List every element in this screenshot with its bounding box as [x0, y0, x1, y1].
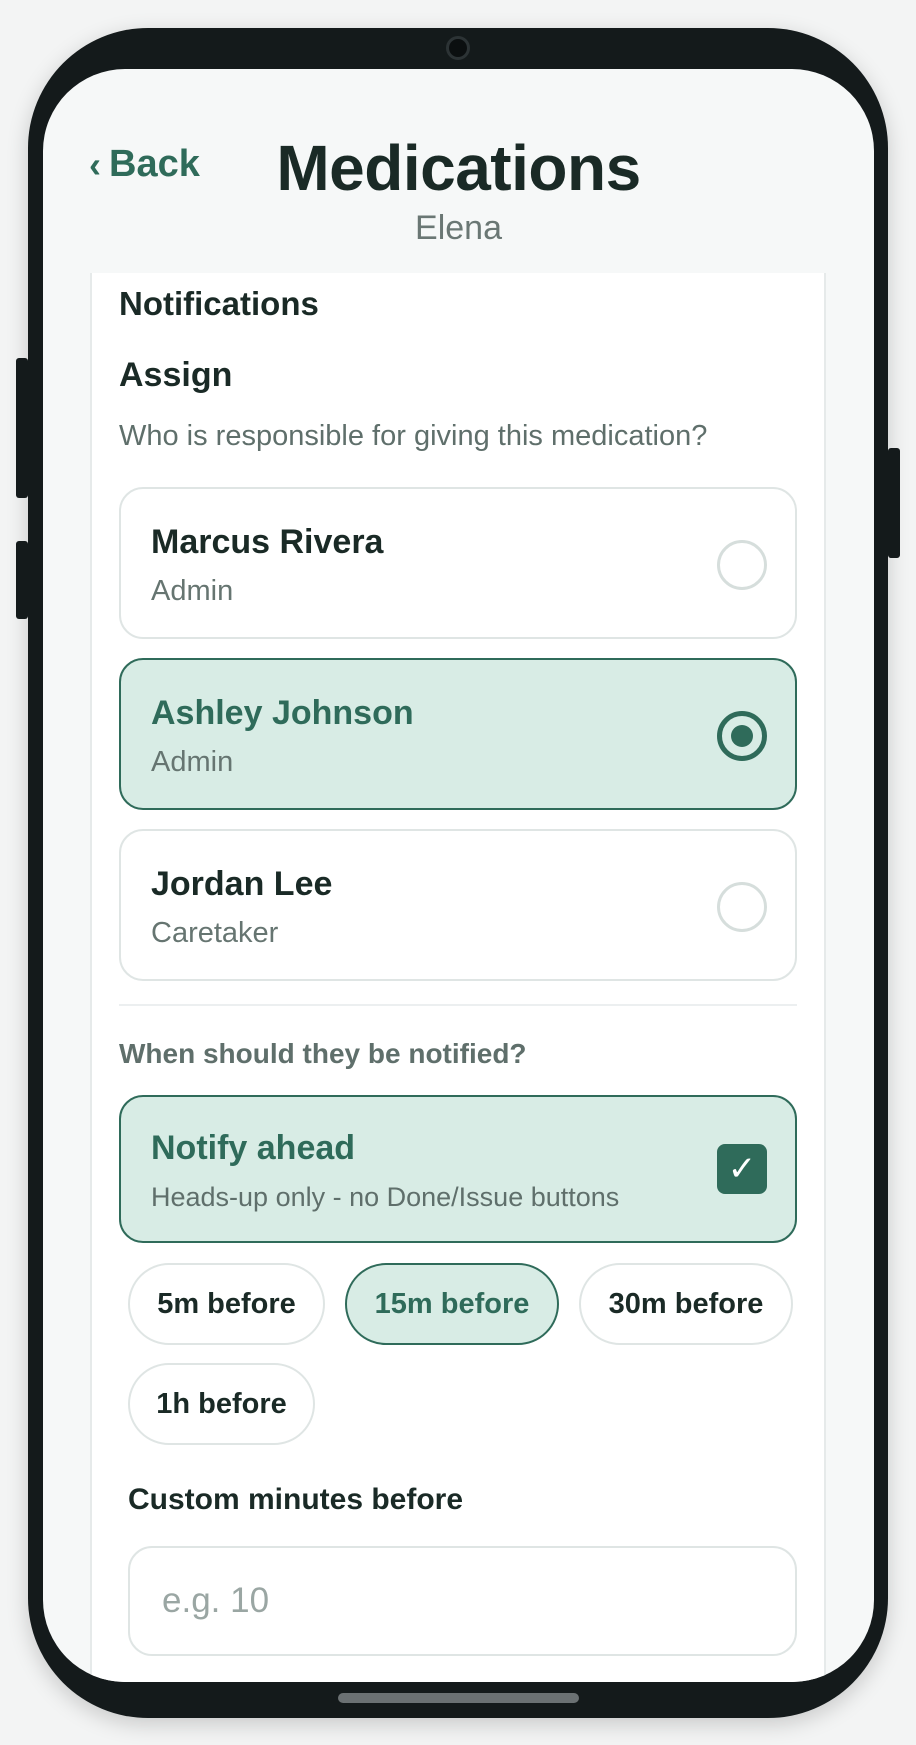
- person-name: Ashley Johnson: [151, 694, 414, 732]
- person-role: Caretaker: [151, 917, 279, 949]
- chip-15m-before[interactable]: 15m before: [345, 1263, 559, 1345]
- chip-5m-before[interactable]: 5m before: [128, 1263, 325, 1345]
- person-option-jordan-lee[interactable]: Jordan Lee Caretaker: [119, 829, 797, 981]
- chip-1h-before[interactable]: 1h before: [128, 1363, 315, 1445]
- radio-dot-icon: [731, 725, 753, 747]
- page-subtitle: Elena: [415, 209, 502, 247]
- camera-icon: [446, 36, 470, 60]
- app-screen: ‹ Back Medications Elena Notifications A…: [43, 69, 874, 1682]
- person-role: Admin: [151, 746, 234, 778]
- notify-ahead-subtitle: Heads-up only - no Done/Issue buttons: [151, 1182, 620, 1212]
- page-title: Medications: [276, 132, 641, 204]
- power-button: [888, 448, 900, 558]
- custom-minutes-label: Custom minutes before: [128, 1483, 464, 1516]
- assign-question: Who is responsible for giving this medic…: [119, 420, 708, 452]
- divider: [119, 1004, 797, 1006]
- volume-down-button: [16, 541, 28, 619]
- assign-heading: Assign: [119, 356, 233, 394]
- chip-30m-before[interactable]: 30m before: [579, 1263, 793, 1345]
- person-name: Marcus Rivera: [151, 523, 384, 561]
- volume-up-button: [16, 358, 28, 498]
- notify-ahead-title: Notify ahead: [151, 1129, 356, 1167]
- person-option-marcus-rivera[interactable]: Marcus Rivera Admin: [119, 487, 797, 639]
- section-title: Notifications: [119, 285, 319, 322]
- person-name: Jordan Lee: [151, 865, 333, 903]
- checkmark-icon[interactable]: ✓: [717, 1144, 767, 1194]
- custom-minutes-input[interactable]: [128, 1546, 797, 1656]
- person-role: Admin: [151, 575, 234, 607]
- home-indicator[interactable]: [338, 1693, 579, 1703]
- radio-button[interactable]: [717, 540, 767, 590]
- radio-button[interactable]: [717, 882, 767, 932]
- radio-button-selected[interactable]: [717, 711, 767, 761]
- person-option-ashley-johnson[interactable]: Ashley Johnson Admin: [119, 658, 797, 810]
- notify-ahead-option[interactable]: Notify ahead Heads-up only - no Done/Iss…: [119, 1095, 797, 1243]
- notify-question: When should they be notified?: [119, 1038, 527, 1069]
